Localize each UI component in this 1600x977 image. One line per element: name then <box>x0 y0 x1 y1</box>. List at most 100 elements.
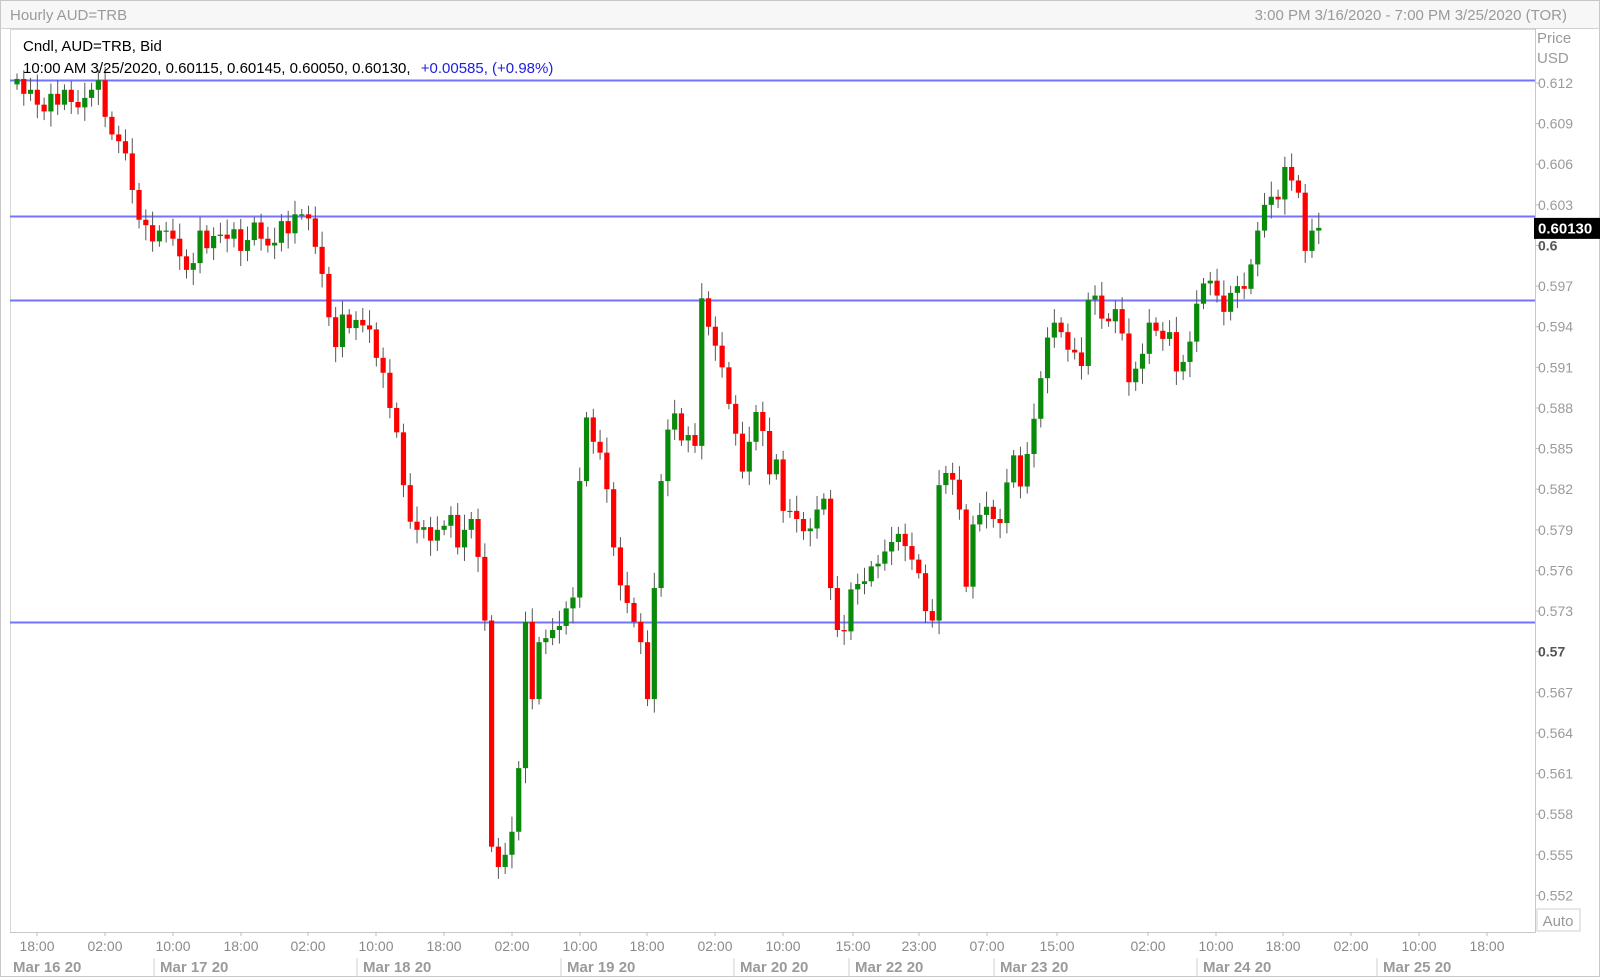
candle-body-down <box>373 329 379 358</box>
price-tick-label: 0.567 <box>1538 684 1573 700</box>
candle-body-up <box>1248 264 1254 289</box>
candle-body-up <box>1282 166 1288 200</box>
candle-body-up <box>48 93 54 112</box>
date-label: Mar 20 20 <box>740 959 808 976</box>
candle-body-up <box>353 319 359 329</box>
price-axis-ticks: 0.612 0.609 0.606 0.603 0.6 0.597 0.594 0.591 0.… <box>1535 75 1573 903</box>
candle-body-up <box>278 221 285 243</box>
candle <box>326 266 332 326</box>
candle-body-up <box>848 589 854 632</box>
price-tick-label: 0.609 <box>1538 116 1573 132</box>
candle-body-up <box>889 542 895 552</box>
candle-body-down <box>400 432 407 486</box>
plot-area[interactable] <box>10 29 1536 933</box>
candle-body-down <box>238 229 244 251</box>
candle-body-up <box>699 298 705 446</box>
candle-body-up <box>1194 303 1200 342</box>
candle-body-down <box>902 533 908 547</box>
candle-body-down <box>719 345 725 368</box>
candle-body-down <box>1153 322 1159 331</box>
candle-body-up <box>861 581 868 584</box>
candle-body-up <box>1051 322 1057 338</box>
time-tick-label: 18:00 <box>629 938 664 954</box>
candle-body-down <box>258 222 264 239</box>
candle-body-up <box>448 514 454 526</box>
date-label: Mar 17 20 <box>160 959 228 976</box>
time-tick-label: 23:00 <box>901 938 936 954</box>
candle-body-down <box>956 479 963 510</box>
candle-body-up <box>88 89 95 98</box>
chart-title: Hourly AUD=TRB <box>10 7 127 24</box>
time-tick-label: 10:00 <box>155 938 190 954</box>
candle-body-up <box>936 485 942 621</box>
time-tick-label: 18:00 <box>1469 938 1504 954</box>
candle-body-up <box>1261 204 1268 231</box>
price-tick-label: 0.6 <box>1538 237 1558 253</box>
candlestick-chart[interactable]: Hourly AUD=TRB 3:00 PM 3/16/2020 - 7:00 … <box>0 0 1600 977</box>
candle-body-down <box>41 104 47 112</box>
candle-body-up <box>563 608 569 626</box>
candle <box>936 469 942 635</box>
time-tick-label: 18:00 <box>19 938 54 954</box>
price-tick-label: 0.573 <box>1538 603 1573 619</box>
date-label: Mar 19 20 <box>567 959 635 976</box>
candle-body-up <box>421 527 427 530</box>
candle <box>536 636 542 705</box>
candle-body-up <box>855 583 861 590</box>
time-tick-label: 02:00 <box>697 938 732 954</box>
candle-body-down <box>224 234 230 239</box>
candle-body-down <box>631 602 637 622</box>
candle-body-down <box>739 433 746 472</box>
time-tick-label: 02:00 <box>1130 938 1165 954</box>
candle-body-down <box>597 441 603 453</box>
candle-body-up <box>1146 322 1152 354</box>
candle-body-down <box>1078 352 1085 366</box>
candle-body-up <box>516 768 522 832</box>
candle-body-up <box>1187 341 1193 362</box>
candle-body-down <box>346 314 352 329</box>
candle-body-up <box>821 498 827 510</box>
candle-body-up <box>509 831 515 855</box>
price-tick-label: 0.576 <box>1538 562 1573 578</box>
candle-body-up <box>570 597 576 609</box>
candle-body-up <box>977 514 983 525</box>
price-tick-label: 0.561 <box>1538 766 1573 782</box>
candle-body-down <box>909 546 915 560</box>
candle-body-down <box>489 620 495 847</box>
candle-body-up <box>522 621 529 769</box>
price-tick-label: 0.585 <box>1538 441 1573 457</box>
candle-body-up <box>502 854 508 867</box>
time-tick-label: 10:00 <box>1198 938 1233 954</box>
candle-body-down <box>170 230 176 239</box>
time-tick-label: 10:00 <box>562 938 597 954</box>
candle-body-up <box>773 459 779 475</box>
date-label: Mar 23 20 <box>1000 959 1068 976</box>
candle-body-up <box>339 314 346 348</box>
price-tick-label: 0.597 <box>1538 278 1573 294</box>
candle-body-up <box>190 263 196 270</box>
candle-body-down <box>116 134 122 142</box>
candle-body-down <box>644 642 651 700</box>
candle-body-down <box>712 326 718 346</box>
candle-body-up <box>550 630 556 639</box>
candle-body-down <box>916 559 922 574</box>
candle-body-up <box>292 214 298 234</box>
time-tick-label: 02:00 <box>290 938 325 954</box>
candle-body-up <box>895 533 901 543</box>
chart-window: Hourly AUD=TRB 3:00 PM 3/16/2020 - 7:00 … <box>0 0 1600 977</box>
candle-body-down <box>312 218 318 247</box>
candle <box>651 572 657 713</box>
candle-body-down <box>1214 280 1220 296</box>
candle-body-down <box>590 417 596 442</box>
time-tick-label: 18:00 <box>426 938 461 954</box>
price-tick-label: 0.594 <box>1538 319 1573 335</box>
candle-body-up <box>1011 455 1017 483</box>
date-label: Mar 18 20 <box>363 959 431 976</box>
candle-body-down <box>427 527 434 541</box>
price-tick-label: 0.564 <box>1538 725 1573 741</box>
candle-body-up <box>163 230 169 232</box>
candle-body-down <box>326 273 332 318</box>
candle-body-down <box>780 459 786 511</box>
candle-body-down <box>611 489 617 548</box>
candle <box>828 490 834 600</box>
